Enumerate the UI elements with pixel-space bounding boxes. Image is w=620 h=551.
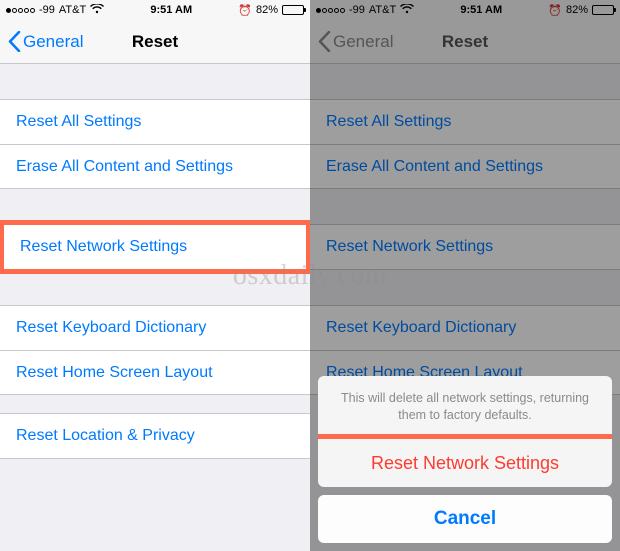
row-label: Reset All Settings: [16, 113, 141, 131]
group-network: Reset Network Settings: [0, 224, 310, 270]
action-sheet: This will delete all network settings, r…: [318, 376, 612, 543]
row-reset-home[interactable]: Reset Home Screen Layout: [0, 350, 310, 394]
highlight-reset-network: Reset Network Settings: [0, 220, 310, 274]
action-sheet-message: This will delete all network settings, r…: [318, 376, 612, 439]
battery-icon: [282, 5, 304, 15]
button-label: Cancel: [434, 508, 496, 530]
back-label: General: [23, 32, 83, 52]
row-label: Reset Keyboard Dictionary: [16, 319, 206, 337]
status-bar: -99 AT&T 9:51 AM ⏰ 82%: [0, 0, 310, 20]
row-reset-location[interactable]: Reset Location & Privacy: [0, 414, 310, 458]
chevron-left-icon: [8, 31, 21, 52]
nav-bar: General Reset: [0, 20, 310, 64]
carrier-label: AT&T: [59, 4, 86, 16]
signal-dots-icon: [6, 8, 35, 13]
back-button[interactable]: General: [8, 31, 83, 52]
row-reset-keyboard[interactable]: Reset Keyboard Dictionary: [0, 306, 310, 350]
screen-reset-confirm: -99 AT&T 9:51 AM ⏰ 82% General Reset Res…: [310, 0, 620, 551]
row-label: Erase All Content and Settings: [16, 158, 233, 176]
button-label: Reset Network Settings: [371, 453, 559, 474]
cancel-button[interactable]: Cancel: [318, 495, 612, 543]
confirm-reset-button[interactable]: Reset Network Settings: [318, 439, 612, 487]
row-label: Reset Home Screen Layout: [16, 364, 213, 382]
group-general: Reset All Settings Erase All Content and…: [0, 99, 310, 189]
group-location: Reset Location & Privacy: [0, 413, 310, 459]
row-erase-all[interactable]: Erase All Content and Settings: [0, 144, 310, 188]
signal-strength: -99: [39, 4, 55, 16]
row-reset-network[interactable]: Reset Network Settings: [4, 225, 306, 269]
alarm-icon: ⏰: [238, 4, 252, 17]
highlight-confirm: Reset Network Settings: [318, 434, 612, 487]
action-sheet-top: This will delete all network settings, r…: [318, 376, 612, 487]
screen-reset-list: -99 AT&T 9:51 AM ⏰ 82% General Reset Res…: [0, 0, 310, 551]
row-label: Reset Network Settings: [20, 238, 187, 256]
status-time: 9:51 AM: [150, 4, 192, 16]
wifi-icon: [90, 4, 104, 17]
row-label: Reset Location & Privacy: [16, 427, 195, 445]
row-reset-all[interactable]: Reset All Settings: [0, 100, 310, 144]
group-other: Reset Keyboard Dictionary Reset Home Scr…: [0, 305, 310, 395]
battery-pct: 82%: [256, 4, 278, 16]
